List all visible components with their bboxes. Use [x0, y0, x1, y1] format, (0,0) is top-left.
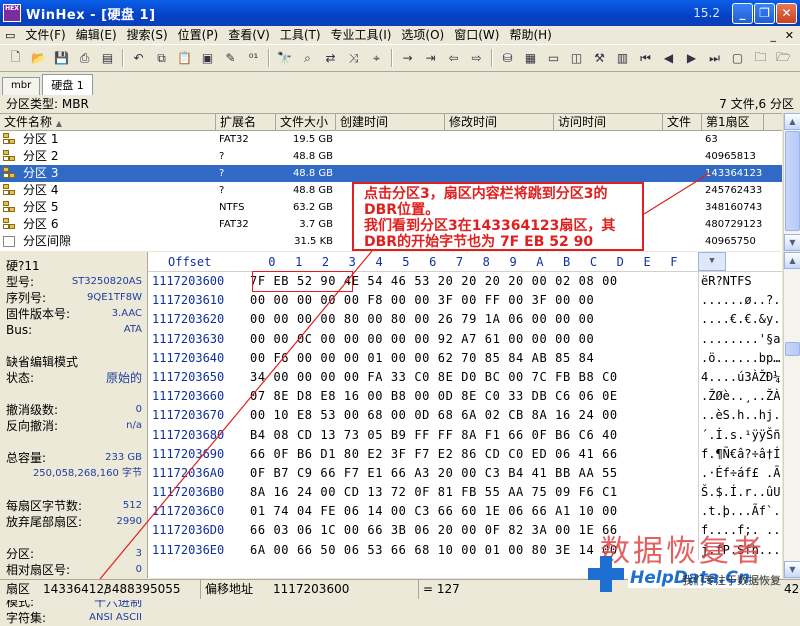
callout-line-1: 点击分区3，扇区内容栏将跳到分区3的: [364, 186, 608, 202]
info-label: 字符集:: [6, 611, 47, 625]
annotation-callout: 点击分区3，扇区内容栏将跳到分区3的 DBR位置。 我们看到分区3在143364…: [352, 182, 644, 251]
callout-line-4: DBR的开始字节也为 7F EB 52 90: [364, 234, 594, 250]
info-value: ANSI ASCII: [89, 612, 142, 623]
info-line: 字符集: ANSI ASCII: [0, 610, 147, 626]
watermark-slogan: 我们专注于数据恢复: [682, 574, 781, 587]
status-sector-label: 扇区: [6, 582, 31, 596]
sector-pointer-line: [99, 250, 373, 580]
status-sector-total: / 488395055: [104, 582, 181, 596]
medical-cross-icon: [588, 556, 624, 592]
callout-line-2: DBR位置。: [364, 202, 440, 218]
callout-line-3: 我们看到分区3在143364123扇区，其: [364, 218, 616, 234]
status-value: = 127: [418, 580, 460, 599]
callout-pointer-line: [643, 172, 711, 215]
status-offset-value[interactable]: 1117203600: [273, 580, 349, 599]
watermark-chinese: 数据恢复者: [600, 534, 765, 569]
watermark: 数据恢复者 HelpData.Cn 我们专注于数据恢复: [586, 526, 800, 600]
annotation-lines: [99, 172, 711, 580]
status-offset-label: 偏移地址: [200, 580, 253, 599]
status-sector-value[interactable]: 143364123: [43, 580, 112, 599]
